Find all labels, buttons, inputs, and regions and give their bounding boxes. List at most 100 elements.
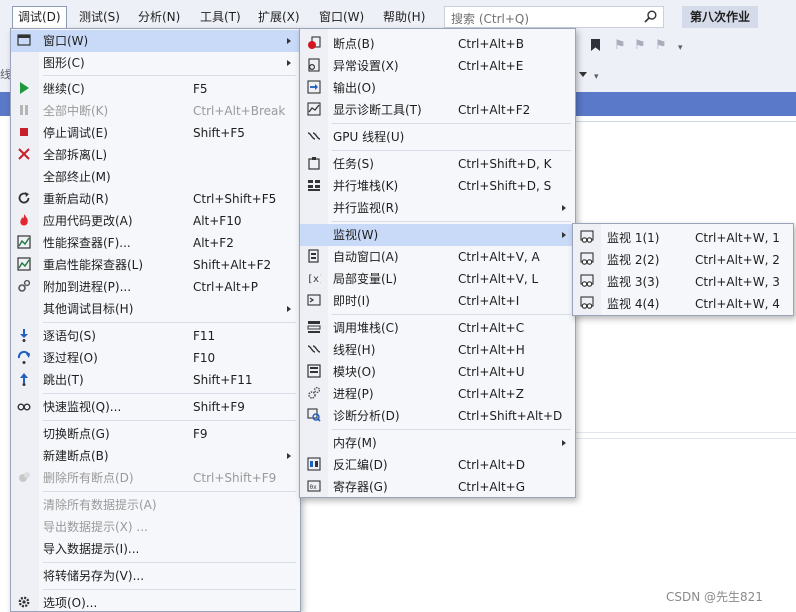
window-menu-item[interactable]: 反汇编(D) Ctrl+Alt+D bbox=[300, 454, 575, 476]
window-menu-item-label: 监视(W) bbox=[333, 228, 379, 242]
call-stack-icon bbox=[306, 320, 322, 336]
window-menu-item-label: 断点(B) bbox=[333, 37, 375, 51]
debug-menu-item[interactable]: 切换断点(G) F9 bbox=[11, 423, 300, 445]
window-menu-item[interactable]: 内存(M) bbox=[300, 432, 575, 454]
submenu-arrow-icon bbox=[562, 205, 566, 211]
debug-menu-item[interactable]: 将转储另存为(V)... bbox=[11, 565, 300, 587]
debug-menu-item-label: 全部中断(K) bbox=[43, 104, 109, 118]
window-menu-item[interactable]: 任务(S) Ctrl+Shift+D, K bbox=[300, 153, 575, 175]
toolbar-overflow-icon[interactable]: ▾ bbox=[678, 43, 683, 53]
window-menu-item-label: 并行监视(R) bbox=[333, 201, 399, 215]
window-menu-item[interactable]: 并行堆栈(K) Ctrl+Shift+D, S bbox=[300, 175, 575, 197]
window-menu-item-label: 内存(M) bbox=[333, 436, 377, 450]
menu-tools[interactable]: 工具(T) bbox=[195, 6, 246, 28]
profiler-icon bbox=[16, 235, 32, 251]
watch-menu-item[interactable]: 监视 2(2) Ctrl+Alt+W, 2 bbox=[573, 249, 793, 271]
options-gear-icon bbox=[16, 595, 32, 611]
window-menu-item[interactable]: GPU 线程(U) bbox=[300, 126, 575, 148]
search-box[interactable]: 搜索 (Ctrl+Q) bbox=[444, 6, 664, 28]
menu-separator bbox=[332, 123, 571, 124]
debug-menu-item[interactable]: 快速监视(Q)... Shift+F9 bbox=[11, 396, 300, 418]
registers-icon: 0x bbox=[306, 479, 322, 495]
window-menu-item[interactable]: 调用堆栈(C) Ctrl+Alt+C bbox=[300, 317, 575, 339]
window-menu-item-shortcut: Ctrl+Alt+U bbox=[458, 365, 525, 379]
debug-menu-item[interactable]: 图形(C) bbox=[11, 52, 300, 74]
window-menu-item-shortcut: Ctrl+Shift+D, K bbox=[458, 157, 552, 171]
watch-menu-item[interactable]: 监视 3(3) Ctrl+Alt+W, 3 bbox=[573, 271, 793, 293]
debug-menu-item-label: 将转储另存为(V)... bbox=[43, 569, 145, 583]
debug-menu-item[interactable]: 应用代码更改(A) Alt+F10 bbox=[11, 210, 300, 232]
toolbar-overflow-2-icon[interactable]: ▾ bbox=[594, 72, 599, 82]
window-menu-item[interactable]: 0x 寄存器(G) Ctrl+Alt+G bbox=[300, 476, 575, 498]
debug-menu-item[interactable]: 逐过程(O) F10 bbox=[11, 347, 300, 369]
debug-menu-item[interactable]: 其他调试目标(H) bbox=[11, 298, 300, 320]
window-menu-item-shortcut: Ctrl+Alt+G bbox=[458, 480, 526, 494]
debug-menu-item[interactable]: 删除所有断点(D) Ctrl+Shift+F9 bbox=[11, 467, 300, 489]
window-menu-item[interactable]: 进程(P) Ctrl+Alt+Z bbox=[300, 383, 575, 405]
debug-menu-item[interactable]: 重启性能探查器(L) Shift+Alt+F2 bbox=[11, 254, 300, 276]
menu-test[interactable]: 测试(S) bbox=[74, 6, 125, 28]
window-menu-item-shortcut: Ctrl+Shift+D, S bbox=[458, 179, 552, 193]
window-menu-item[interactable]: [x] 局部变量(L) Ctrl+Alt+V, L bbox=[300, 268, 575, 290]
debug-menu-item[interactable]: 逐语句(S) F11 bbox=[11, 325, 300, 347]
debug-menu-item-label: 清除所有数据提示(A) bbox=[43, 498, 157, 512]
debug-menu-item[interactable]: 停止调试(E) Shift+F5 bbox=[11, 122, 300, 144]
window-menu-item[interactable]: 输出(O) bbox=[300, 77, 575, 99]
menu-separator bbox=[332, 221, 571, 222]
window-menu-item[interactable]: 即时(I) Ctrl+Alt+I bbox=[300, 290, 575, 312]
window-menu-item[interactable]: 自动窗口(A) Ctrl+Alt+V, A bbox=[300, 246, 575, 268]
debug-menu-item[interactable]: 导入数据提示(I)... bbox=[11, 538, 300, 560]
window-menu-item[interactable]: 异常设置(X) Ctrl+Alt+E bbox=[300, 55, 575, 77]
watch-icon bbox=[579, 230, 595, 246]
attach-icon bbox=[16, 279, 32, 295]
debug-menu-item[interactable]: 导出数据提示(X) ... bbox=[11, 516, 300, 538]
project-name-button[interactable]: 第八次作业 bbox=[682, 6, 758, 28]
combo-dropdown-arrow-icon[interactable] bbox=[579, 72, 587, 77]
debug-menu-item[interactable]: 清除所有数据提示(A) bbox=[11, 494, 300, 516]
window-menu-item-shortcut: Ctrl+Alt+E bbox=[458, 59, 524, 73]
window-menu-item[interactable]: 模块(O) Ctrl+Alt+U bbox=[300, 361, 575, 383]
window-menu-item-label: 并行堆栈(K) bbox=[333, 179, 399, 193]
debug-menu-item-label: 导入数据提示(I)... bbox=[43, 542, 140, 556]
debug-menu-item[interactable]: 选项(O)... bbox=[11, 592, 300, 612]
window-menu-item[interactable]: 显示诊断工具(T) Ctrl+Alt+F2 bbox=[300, 99, 575, 121]
debug-menu-item[interactable]: 重新启动(R) Ctrl+Shift+F5 bbox=[11, 188, 300, 210]
debug-menu-item[interactable]: 跳出(T) Shift+F11 bbox=[11, 369, 300, 391]
debug-menu-item[interactable]: 附加到进程(P)... Ctrl+Alt+P bbox=[11, 276, 300, 298]
menu-analyze[interactable]: 分析(N) bbox=[133, 6, 185, 28]
menu-help[interactable]: 帮助(H) bbox=[378, 6, 430, 28]
debug-menu-item-label: 快速监视(Q)... bbox=[43, 400, 122, 414]
window-menu-item-shortcut: Ctrl+Alt+F2 bbox=[458, 103, 531, 117]
window-menu-item[interactable]: 并行监视(R) bbox=[300, 197, 575, 219]
menu-extensions[interactable]: 扩展(X) bbox=[253, 6, 305, 28]
window-menu-item-shortcut: Ctrl+Alt+I bbox=[458, 294, 520, 308]
debug-menu-item[interactable]: 全部中断(K) Ctrl+Alt+Break bbox=[11, 100, 300, 122]
window-menu-item[interactable]: 监视(W) bbox=[300, 224, 575, 246]
search-icon bbox=[644, 10, 657, 23]
debug-menu-item[interactable]: 继续(C) F5 bbox=[11, 78, 300, 100]
next-bookmark-icon[interactable]: ⚑ bbox=[634, 38, 646, 53]
menu-window[interactable]: 窗口(W) bbox=[314, 6, 369, 28]
window-menu-item[interactable]: 断点(B) Ctrl+Alt+B bbox=[300, 33, 575, 55]
clear-bookmarks-icon[interactable]: ⚑ bbox=[655, 38, 667, 53]
window-menu-item[interactable]: 线程(H) Ctrl+Alt+H bbox=[300, 339, 575, 361]
watch-menu-item[interactable]: 监视 4(4) Ctrl+Alt+W, 4 bbox=[573, 293, 793, 315]
submenu-arrow-icon bbox=[562, 232, 566, 238]
debug-menu-item-shortcut: Ctrl+Alt+P bbox=[193, 280, 258, 294]
submenu-arrow-icon bbox=[287, 306, 291, 312]
svg-text:[x]: [x] bbox=[307, 274, 321, 285]
debug-menu-item[interactable]: 全部终止(M) bbox=[11, 166, 300, 188]
watch-menu-item-label: 监视 2(2) bbox=[607, 253, 660, 267]
debug-menu-item-shortcut: Shift+Alt+F2 bbox=[193, 258, 272, 272]
prev-bookmark-icon[interactable]: ⚑ bbox=[614, 38, 626, 53]
debug-menu-item[interactable]: 新建断点(B) bbox=[11, 445, 300, 467]
debug-menu-item[interactable]: 全部拆离(L) bbox=[11, 144, 300, 166]
window-menu-item[interactable]: 诊断分析(D) Ctrl+Shift+Alt+D bbox=[300, 405, 575, 427]
step-into-icon bbox=[16, 328, 32, 344]
debug-menu-item[interactable]: 窗口(W) bbox=[11, 30, 300, 52]
debug-menu-item[interactable]: 性能探查器(F)... Alt+F2 bbox=[11, 232, 300, 254]
watch-menu-item[interactable]: 监视 1(1) Ctrl+Alt+W, 1 bbox=[573, 227, 793, 249]
debug-menu-item-label: 图形(C) bbox=[43, 56, 85, 70]
watermark: CSDN @先生821 bbox=[666, 590, 763, 604]
debug-menu-item-label: 性能探查器(F)... bbox=[43, 236, 131, 250]
